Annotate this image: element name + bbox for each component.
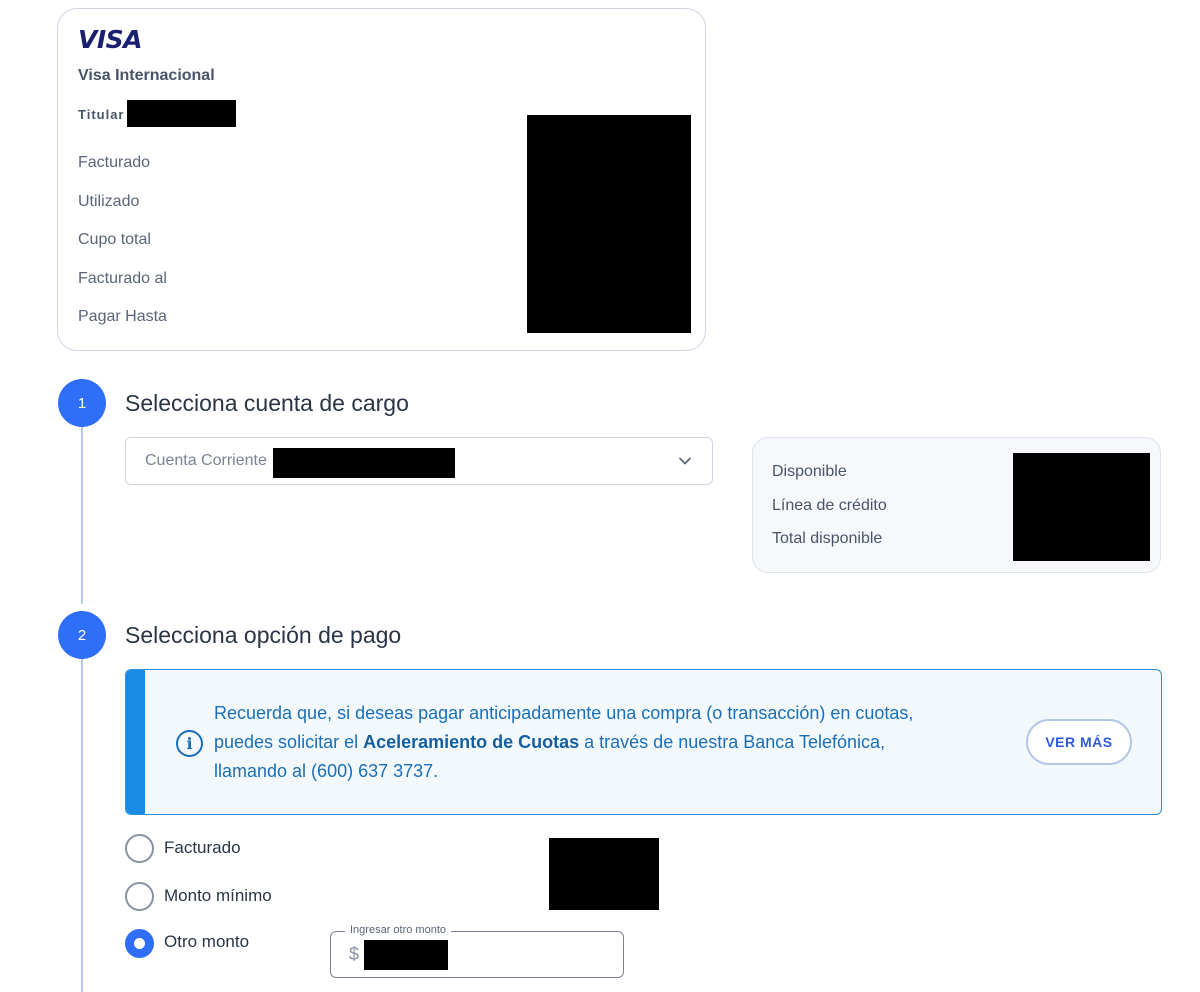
- card-product-name: Visa Internacional: [78, 67, 215, 84]
- redacted-balance-values: [1013, 453, 1150, 561]
- redacted-account-number: [273, 448, 455, 478]
- balance-total-disponible-label: Total disponible: [772, 530, 883, 547]
- card-row-facturado-al: Facturado al: [78, 270, 167, 287]
- info-accent-bar: [126, 670, 145, 814]
- info-highlight: Aceleramiento de Cuotas: [363, 732, 580, 752]
- visa-logo: VISA: [78, 25, 143, 54]
- redacted-payment-amounts: [549, 838, 659, 910]
- radio-monto-minimo-label[interactable]: Monto mínimo: [164, 886, 272, 906]
- step-2-title: Selecciona opción de pago: [125, 622, 402, 648]
- step-connector-1: [81, 426, 83, 604]
- card-row-cupo-total: Cupo total: [78, 231, 151, 248]
- card-row-utilizado: Utilizado: [78, 193, 140, 210]
- chevron-down-icon: [679, 457, 691, 465]
- redacted-holder-name: [127, 100, 236, 127]
- radio-monto-minimo[interactable]: [125, 882, 154, 911]
- card-row-facturado: Facturado: [78, 154, 151, 171]
- other-amount-legend: Ingresar otro monto: [345, 924, 451, 936]
- radio-facturado[interactable]: [125, 834, 154, 863]
- radio-facturado-label[interactable]: Facturado: [164, 838, 241, 858]
- card-holder-label: Titular: [78, 107, 125, 122]
- info-message: Recuerda que, si deseas pagar anticipada…: [214, 703, 914, 781]
- balance-linea-credito-label: Línea de crédito: [772, 497, 887, 514]
- step-1-badge: 1: [58, 379, 106, 427]
- info-icon: i: [176, 730, 203, 757]
- info-banner: i Recuerda que, si deseas pagar anticipa…: [125, 669, 1162, 815]
- redacted-card-values: [527, 115, 691, 333]
- step-1-title: Selecciona cuenta de cargo: [125, 390, 409, 416]
- account-select-value: Cuenta Corriente: [145, 452, 267, 469]
- step-connector-2: [81, 658, 83, 992]
- card-row-pagar-hasta: Pagar Hasta: [78, 308, 167, 325]
- step-2-badge: 2: [58, 611, 106, 659]
- currency-prefix: $: [349, 944, 360, 964]
- radio-otro-monto-label[interactable]: Otro monto: [164, 932, 249, 952]
- redacted-amount-value: [364, 940, 448, 970]
- ver-mas-button[interactable]: VER MÁS: [1026, 719, 1132, 765]
- balance-disponible-label: Disponible: [772, 463, 847, 480]
- radio-otro-monto[interactable]: [125, 929, 154, 958]
